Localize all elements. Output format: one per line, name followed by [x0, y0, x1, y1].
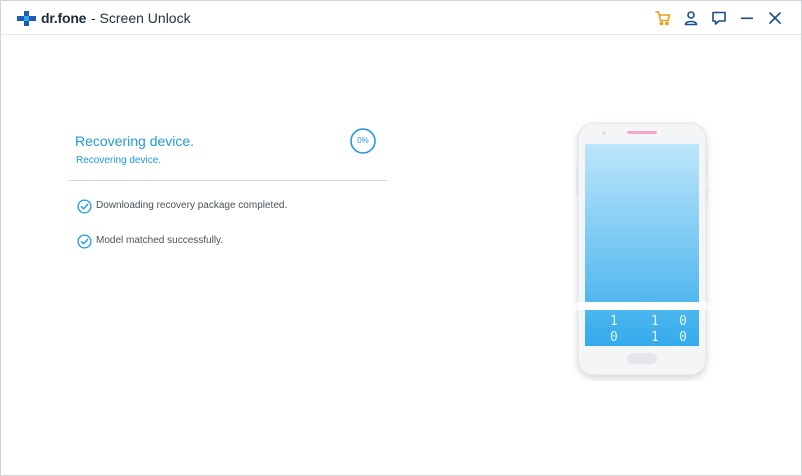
- phone-icon: [561, 122, 721, 376]
- bit-label: 0: [610, 330, 618, 345]
- status-title: Recovering device.: [75, 133, 195, 149]
- phone-illustration: 1 1 0 0 1 0: [561, 117, 721, 381]
- user-icon[interactable]: [682, 9, 700, 27]
- bit-label: 1: [610, 314, 618, 329]
- check-circle-icon: [77, 199, 92, 214]
- divider: [69, 180, 387, 181]
- status-subtitle: Recovering device.: [76, 155, 162, 166]
- cart-icon[interactable]: [654, 9, 672, 27]
- brand-name: dr.fone: [41, 10, 87, 26]
- bit-label: 0: [679, 330, 687, 345]
- bit-label: 0: [679, 314, 687, 329]
- feedback-icon[interactable]: [710, 9, 728, 27]
- bit-label: 1: [651, 330, 659, 345]
- step-label: Downloading recovery package completed.: [96, 200, 288, 211]
- window-title: - Screen Unlock: [91, 10, 191, 26]
- app-window: dr.fone - Screen Unlock Recovering devic…: [0, 0, 802, 476]
- check-circle-icon: [77, 234, 92, 249]
- step-label: Model matched successfully.: [96, 235, 224, 246]
- close-icon[interactable]: [766, 9, 784, 27]
- bit-label: 1: [651, 314, 659, 329]
- drfone-logo-icon: [17, 11, 36, 26]
- progress-percent: 0%: [357, 136, 369, 145]
- minimize-icon[interactable]: [738, 9, 756, 27]
- title-bar: dr.fone - Screen Unlock: [1, 1, 801, 35]
